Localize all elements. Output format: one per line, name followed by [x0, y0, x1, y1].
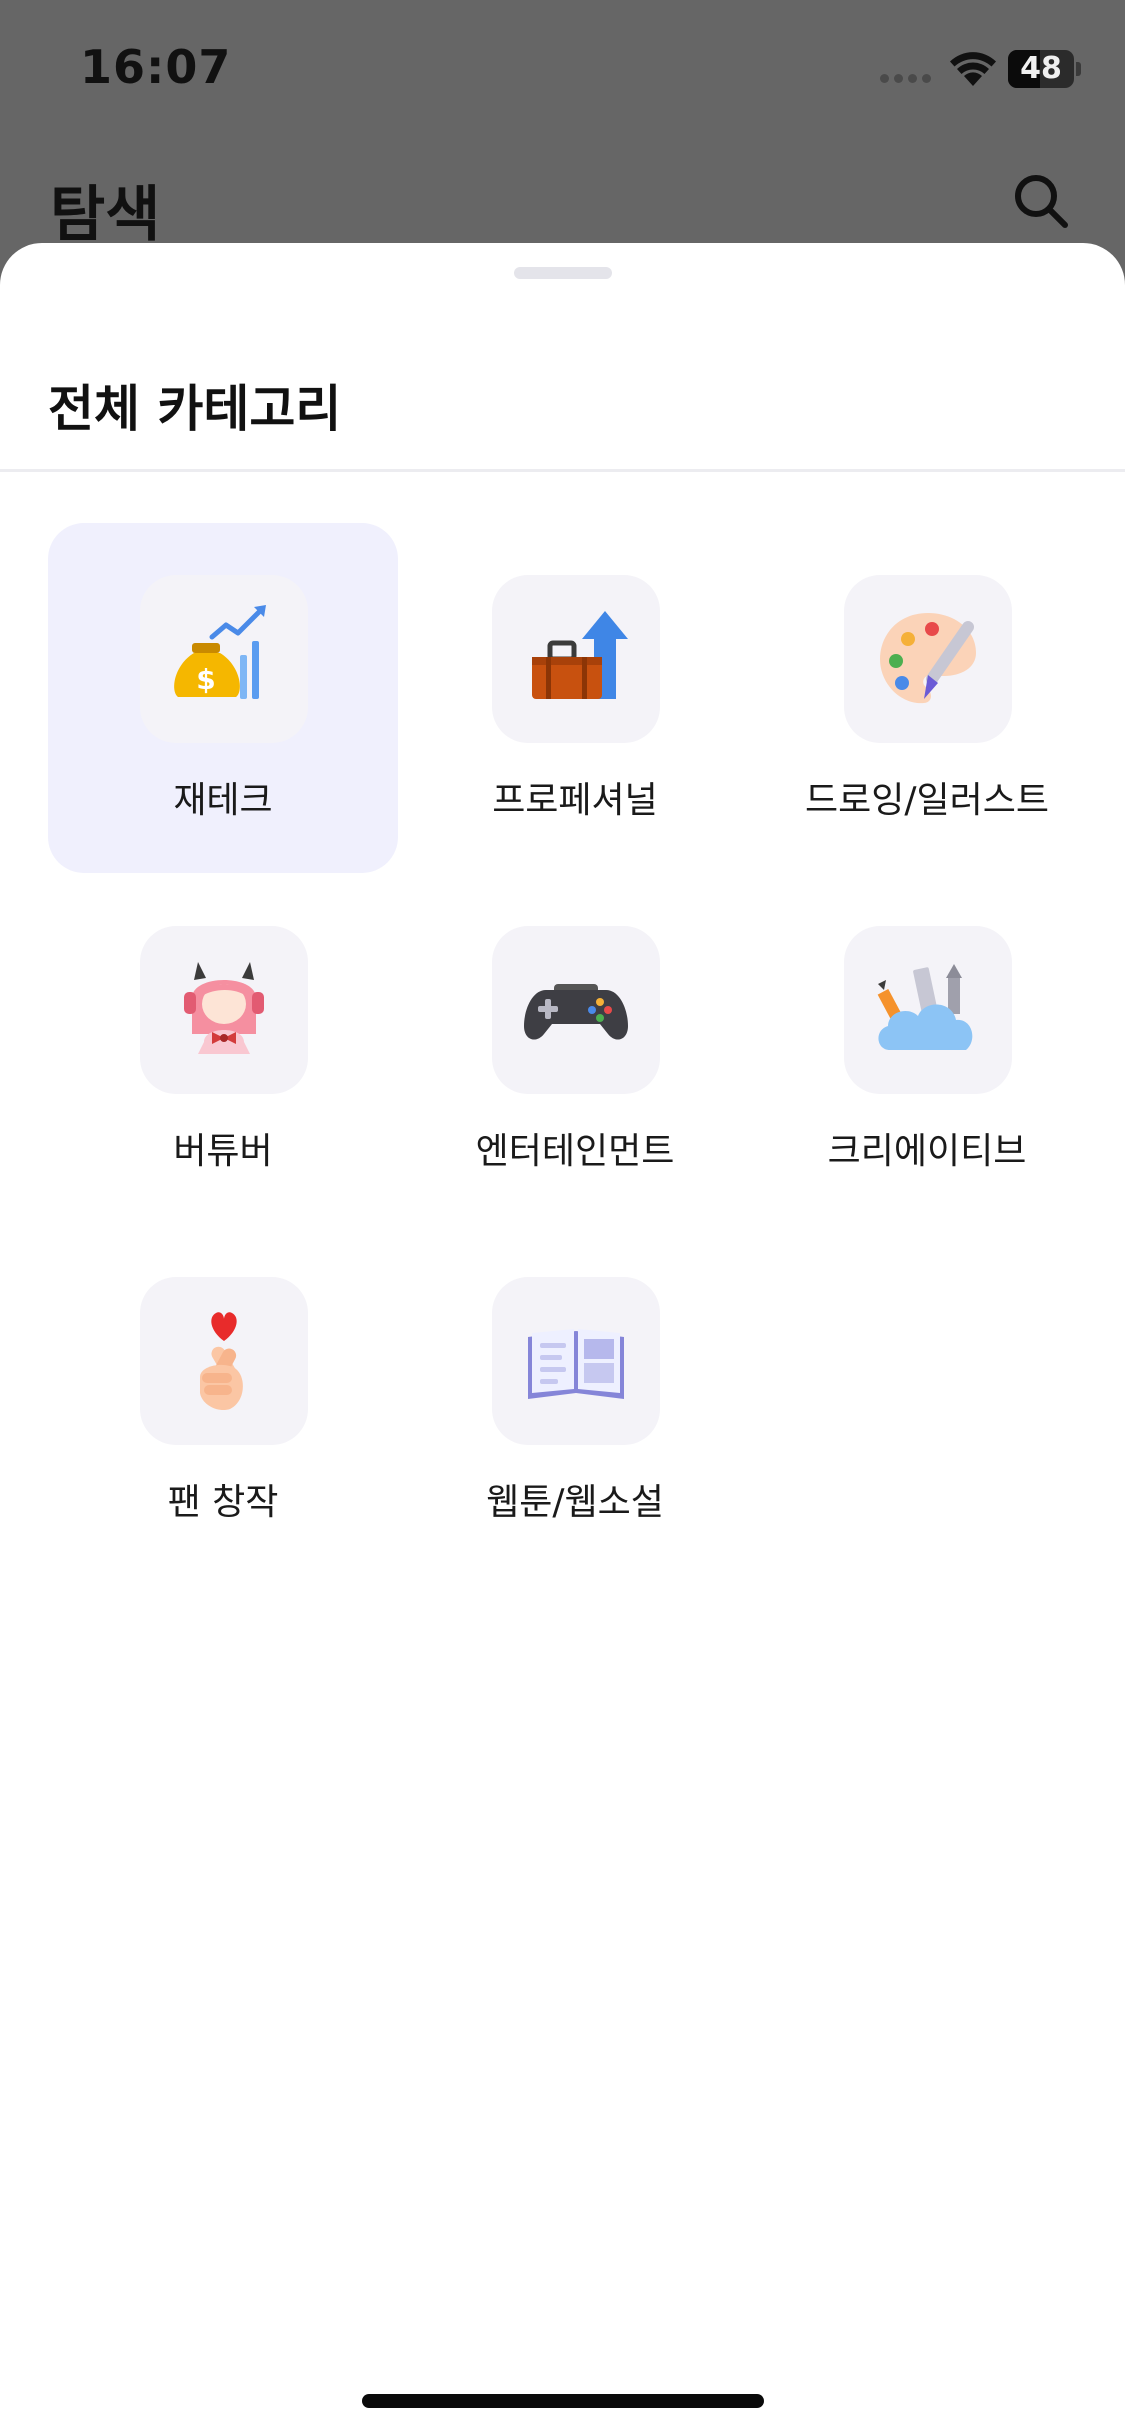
category-icon-box	[492, 926, 660, 1094]
sheet-title: 전체 카테고리	[48, 380, 342, 438]
palette-brush-icon	[880, 613, 976, 704]
finger-heart-icon	[200, 1312, 243, 1411]
category-label: 드로잉/일러스트	[805, 780, 1049, 821]
category-icon-box	[140, 926, 308, 1094]
sheet-grabber-handle[interactable]	[514, 267, 612, 279]
category-item-웹툰-웹소설[interactable]: 웹툰/웹소설	[400, 1225, 750, 1575]
category-item-크리에이티브[interactable]: 크리에이티브	[752, 874, 1102, 1224]
page-title: 탐색	[50, 180, 161, 250]
category-item-프로페셔널[interactable]: 프로페셔널	[400, 523, 750, 873]
search-icon[interactable]	[1012, 172, 1070, 230]
category-bottom-sheet: 전체 카테고리 $ 재테크 프로페셔널 드로잉/일러스트 버튜버 엔터테인먼트 …	[0, 243, 1125, 2436]
category-label: 팬 창작	[167, 1482, 279, 1523]
briefcase-arrow-icon	[532, 611, 628, 699]
category-item-팬-창작[interactable]: 팬 창작	[48, 1225, 398, 1575]
divider	[0, 469, 1125, 472]
category-label: 재테크	[173, 780, 273, 821]
cloud-tools-icon	[877, 964, 973, 1050]
category-icon-box	[492, 1277, 660, 1445]
open-book-icon	[528, 1329, 624, 1399]
battery-icon: 48	[1008, 50, 1081, 88]
svg-text:$: $	[196, 663, 215, 696]
home-indicator[interactable]	[362, 2394, 764, 2408]
category-label: 웹툰/웹소설	[486, 1482, 664, 1523]
category-item-드로잉-일러스트[interactable]: 드로잉/일러스트	[752, 523, 1102, 873]
category-icon-box	[492, 575, 660, 743]
battery-level: 48	[1020, 51, 1062, 86]
category-icon-box: $	[140, 575, 308, 743]
category-icon-box	[140, 1277, 308, 1445]
status-time: 16:07	[80, 40, 232, 94]
category-label: 크리에이티브	[827, 1131, 1027, 1172]
category-label: 버튜버	[173, 1131, 273, 1172]
category-item-버튜버[interactable]: 버튜버	[48, 874, 398, 1224]
money-bag-growth-icon: $	[174, 605, 266, 699]
cellular-signal-icon	[880, 70, 936, 84]
category-item-재테크[interactable]: $ 재테크	[48, 523, 398, 873]
category-icon-box	[844, 926, 1012, 1094]
category-label: 프로페셔널	[492, 780, 658, 821]
category-label: 엔터테인먼트	[475, 1131, 675, 1172]
game-controller-icon	[524, 984, 628, 1040]
category-item-엔터테인먼트[interactable]: 엔터테인먼트	[400, 874, 750, 1224]
vtuber-character-icon	[184, 962, 264, 1054]
category-icon-box	[844, 575, 1012, 743]
status-bar: 16:07 48	[0, 0, 1125, 140]
wifi-icon	[950, 52, 996, 86]
